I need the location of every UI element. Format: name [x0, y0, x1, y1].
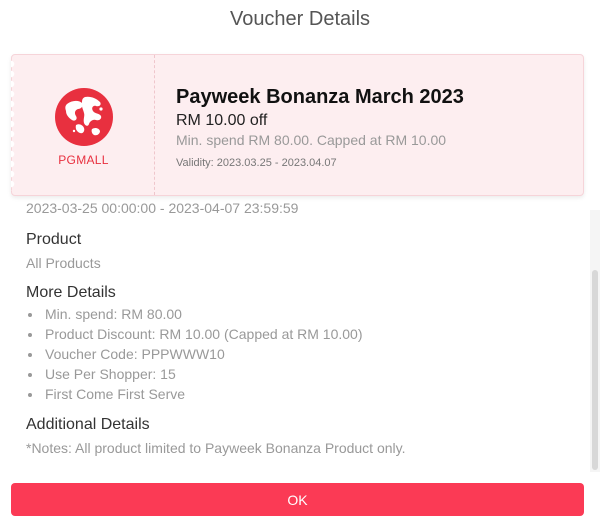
detail-item-first-come: First Come First Serve	[26, 384, 363, 404]
detail-item-voucher-code: Voucher Code: PPPWWW10	[26, 344, 363, 364]
validity-period-text: 2023-03-25 00:00:00 - 2023-04-07 23:59:5…	[26, 200, 299, 216]
product-heading: Product	[26, 231, 82, 248]
detail-item-min-spend: Min. spend: RM 80.00	[26, 304, 363, 324]
additional-details-text: *Notes: All product limited to Payweek B…	[26, 440, 406, 456]
voucher-min-spend: Min. spend RM 80.00. Capped at RM 10.00	[176, 132, 447, 148]
brand-name: PGMALL	[58, 153, 109, 167]
dialog-title: Voucher Details	[229, 8, 371, 30]
detail-item-product-discount: Product Discount: RM 10.00 (Capped at RM…	[26, 324, 363, 344]
more-details-list: Min. spend: RM 80.00 Product Discount: R…	[26, 304, 363, 404]
more-details-heading: More Details	[26, 284, 116, 301]
voucher-brand-panel: PGMALL	[12, 55, 155, 195]
additional-details-heading: Additional Details	[26, 416, 150, 433]
scrollbar-thumb[interactable]	[592, 270, 598, 470]
voucher-amount: RM 10.00 off	[176, 112, 268, 129]
voucher-info: Payweek Bonanza March 2023 RM 10.00 off …	[176, 55, 576, 195]
globe-logo-icon	[55, 88, 113, 146]
voucher-card: PGMALL Payweek Bonanza March 2023 RM 10.…	[11, 54, 584, 196]
details-scroll-area[interactable]: 2023-03-25 00:00:00 - 2023-04-07 23:59:5…	[0, 198, 600, 474]
voucher-validity: Validity: 2023.03.25 - 2023.04.07	[176, 157, 337, 169]
detail-item-use-per-shopper: Use Per Shopper: 15	[26, 364, 363, 384]
ok-button[interactable]: OK	[11, 483, 584, 516]
scrollbar[interactable]	[590, 210, 600, 472]
voucher-title: Payweek Bonanza March 2023	[176, 86, 464, 108]
product-value: All Products	[26, 255, 101, 271]
